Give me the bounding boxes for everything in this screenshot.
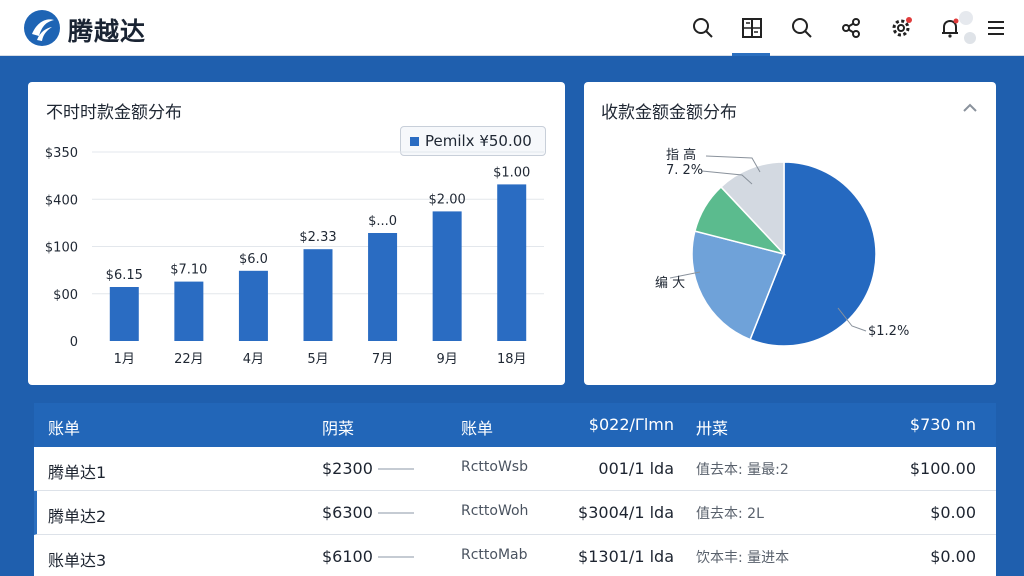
cell-amount: $2300 [322, 459, 373, 478]
placeholder-dash [378, 468, 414, 470]
cell-rate: $3004/1 lda [578, 503, 674, 522]
bar-data-label: $6.15 [106, 268, 143, 283]
pie-label-right: $1.2% [868, 324, 910, 339]
column-header[interactable]: 账单 [461, 415, 493, 439]
y-tick-label: $400 [45, 193, 78, 208]
cell-name: 腾单达1 [48, 463, 107, 482]
cell-status: 值去本: 量最:2 [696, 462, 789, 478]
cell-name: 腾单达2 [48, 507, 107, 526]
bar [303, 249, 333, 341]
bar-data-label: $6.0 [239, 252, 268, 267]
cell-status: 值去本: 2L [696, 506, 764, 522]
bar-data-label: $2.00 [429, 192, 466, 207]
column-header[interactable]: 卅菜 [696, 415, 728, 439]
table-row[interactable]: 账单达3 $6100 RcttoMab $1301/1 lda 饮本丰: 量进本… [34, 535, 996, 576]
bar [174, 281, 204, 341]
cell-name: 账单达3 [48, 551, 107, 570]
cell-rate: $1301/1 lda [578, 547, 674, 566]
pie-label-top-value: 7. 2% [666, 163, 704, 178]
x-tick-label: 9月 [437, 352, 458, 367]
pie-label-top-name: 指 高 [666, 148, 697, 163]
cell-total: $0.00 [930, 547, 976, 566]
x-tick-label: 22月 [174, 352, 204, 367]
cell-total: $0.00 [930, 503, 976, 522]
y-tick-label: $350 [45, 146, 78, 161]
cell-rate: 001/1 lda [598, 459, 674, 478]
table-header: 账单 阴菜 账单 $022/Γlmn 卅菜 $730 nn [34, 403, 996, 447]
y-tick-label: $100 [45, 241, 78, 256]
table-row[interactable]: 腾单达2 $6300 RcttoWoh $3004/1 lda 值去本: 2L … [34, 491, 996, 535]
pie-label-left: 编 大 [655, 276, 686, 291]
column-header[interactable]: 账单 [48, 415, 80, 439]
bar-data-label: $1.00 [493, 165, 530, 180]
column-header[interactable]: 阴菜 [322, 415, 354, 439]
x-tick-label: 1月 [114, 352, 135, 367]
placeholder-dash [378, 512, 414, 514]
placeholder-dash [378, 556, 414, 558]
x-tick-label: 7月 [372, 352, 393, 367]
bar [497, 184, 527, 341]
cell-status: 饮本丰: 量进本 [696, 550, 790, 566]
table-row[interactable]: 腾单达1 $2300 RcttoWsb 001/1 lda 值去本: 量最:2 … [34, 447, 996, 491]
bar [432, 211, 462, 341]
x-tick-label: 4月 [243, 352, 264, 367]
cell-total: $100.00 [909, 459, 976, 478]
bar [109, 287, 139, 341]
y-tick-label: 0 [70, 335, 78, 350]
cell-amount: $6300 [322, 503, 373, 522]
bar-data-label: $...0 [368, 214, 397, 229]
column-header[interactable]: $022/Γlmn [574, 415, 674, 434]
x-tick-label: 5月 [307, 352, 328, 367]
bar [368, 233, 398, 341]
bar [238, 270, 268, 341]
cell-account: RcttoWsb [461, 459, 528, 475]
y-tick-label: $00 [53, 288, 78, 303]
column-header[interactable]: $730 nn [876, 415, 976, 434]
cell-account: RcttoMab [461, 547, 528, 563]
cell-account: RcttoWoh [461, 503, 529, 519]
cell-amount: $6100 [322, 547, 373, 566]
bill-table: 账单 阴菜 账单 $022/Γlmn 卅菜 $730 nn 腾单达1 $2300… [34, 403, 996, 576]
bar-data-label: $7.10 [170, 263, 207, 278]
bar-data-label: $2.33 [299, 230, 336, 245]
x-tick-label: 18月 [497, 352, 527, 367]
